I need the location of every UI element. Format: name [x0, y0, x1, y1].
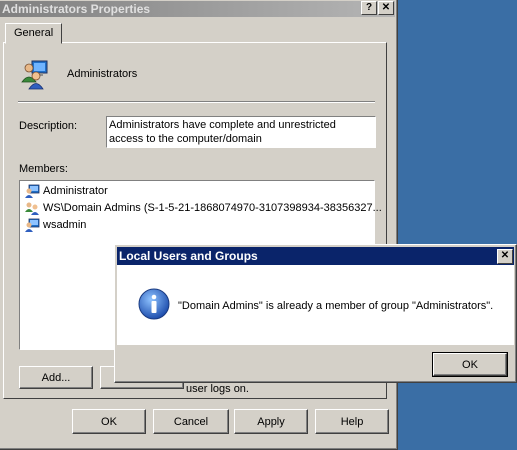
member-name: Administrator: [43, 185, 108, 197]
member-name: WS\Domain Admins (S-1-5-21-1868074970-31…: [43, 202, 382, 214]
user-icon: [25, 218, 40, 232]
message-dialog: Local Users and Groups ✕ "Domain Admins"…: [114, 244, 517, 383]
ok-button[interactable]: OK: [72, 409, 146, 434]
description-field[interactable]: Administrators have complete and unrestr…: [106, 116, 376, 148]
hint-text: user logs on.: [186, 383, 249, 395]
dialog-title: Local Users and Groups: [117, 247, 514, 265]
dialog-body: "Domain Admins" is already a member of g…: [117, 265, 514, 345]
member-name: wsadmin: [43, 219, 87, 231]
members-label: Members:: [19, 163, 68, 175]
dialog-ok-button[interactable]: OK: [432, 352, 508, 377]
window-title: Administrators Properties: [0, 1, 395, 17]
tab-general[interactable]: General: [5, 23, 63, 44]
description-label: Description:: [19, 120, 78, 132]
info-icon: [138, 288, 170, 320]
dialog-message: "Domain Admins" is already a member of g…: [178, 300, 494, 312]
cancel-button[interactable]: Cancel: [153, 409, 229, 434]
divider: [18, 101, 375, 103]
help-button[interactable]: Help: [315, 409, 389, 434]
close-icon[interactable]: ✕: [497, 249, 513, 264]
add-button[interactable]: Add...: [19, 366, 93, 389]
group-name: Administrators: [67, 68, 138, 80]
help-title-button[interactable]: ?: [361, 1, 377, 15]
user-icon: [25, 184, 40, 198]
apply-button[interactable]: Apply: [234, 409, 308, 434]
group-icon: [21, 60, 48, 90]
close-title-button[interactable]: ✕: [378, 1, 394, 15]
group-icon: [25, 202, 39, 215]
